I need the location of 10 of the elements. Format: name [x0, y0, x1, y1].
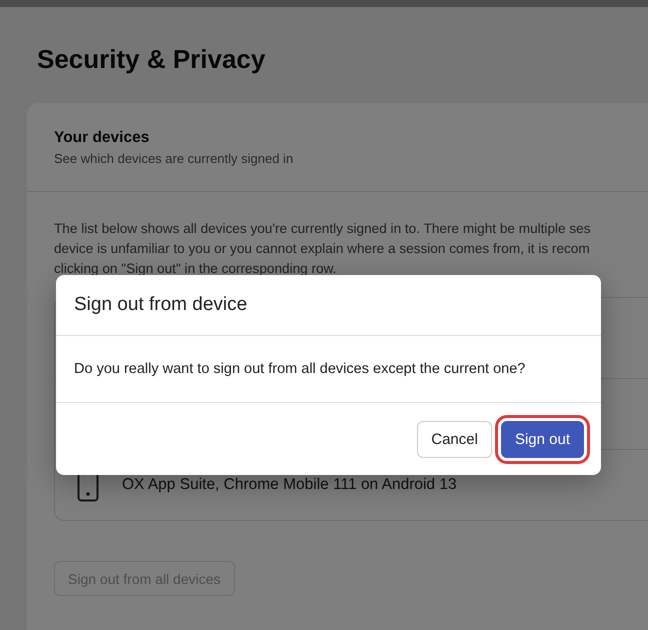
description-line: device is unfamiliar to you or you cannot explain where a session comes from, it is recom	[54, 240, 591, 258]
section-heading: Your devices	[54, 129, 150, 147]
cancel-button[interactable]: Cancel	[417, 420, 492, 458]
description-line: The list below shows all devices you're currently signed in to. There might be multiple ses	[54, 220, 592, 238]
description-line: clicking on "Sign out" in the corresponding row.	[54, 260, 338, 278]
dialog-message: Do you really want to sign out from all devices except the current one?	[74, 361, 526, 377]
page-title: Security & Privacy	[37, 44, 266, 74]
section-subheading: See which devices are currently signed in	[54, 151, 294, 166]
dialog-title: Sign out from device	[74, 294, 248, 316]
device-name: OX App Suite, Chrome Mobile 111 on Android 13	[122, 476, 457, 494]
